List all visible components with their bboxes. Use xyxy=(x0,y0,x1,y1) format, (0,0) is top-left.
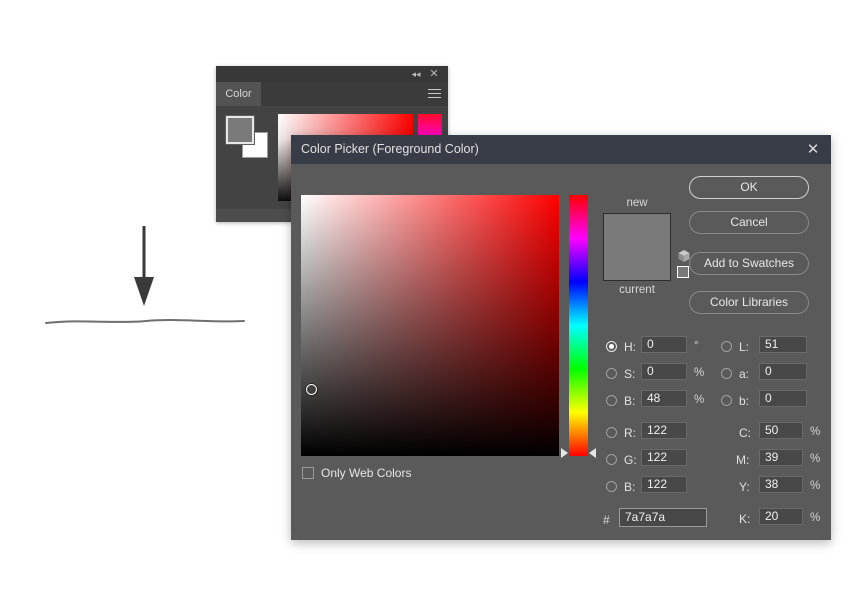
input-lab-a[interactable]: 0 xyxy=(759,363,807,380)
hue-slider-handle-right[interactable] xyxy=(589,448,596,458)
unit-black: % xyxy=(810,512,821,524)
dialog-title: Color Picker (Foreground Color) xyxy=(301,142,479,156)
input-magenta[interactable]: 39 xyxy=(759,449,803,466)
color-picker-dialog: Color Picker (Foreground Color) ✕ new cu… xyxy=(291,135,831,540)
color-libraries-button[interactable]: Color Libraries xyxy=(689,291,809,314)
radio-lab-l[interactable] xyxy=(721,341,732,352)
label-lab-l: L: xyxy=(739,340,750,354)
panel-menu-icon[interactable] xyxy=(428,89,441,99)
hue-slider-handle-left[interactable] xyxy=(561,448,568,458)
non-web-safe-square-icon[interactable] xyxy=(677,266,689,278)
tab-color[interactable]: Color xyxy=(216,82,261,106)
color-panel-tabstrip: Color xyxy=(216,82,448,106)
foreground-background-swatches[interactable] xyxy=(225,115,270,160)
hex-input[interactable]: 7a7a7a xyxy=(619,508,707,527)
unit-cyan: % xyxy=(810,426,821,438)
only-web-colors-checkbox[interactable] xyxy=(302,467,314,479)
label-magenta: M: xyxy=(736,453,750,467)
saturation-brightness-field[interactable] xyxy=(301,195,559,456)
unit-magenta: % xyxy=(810,453,821,465)
dialog-titlebar[interactable]: Color Picker (Foreground Color) ✕ xyxy=(291,135,831,164)
label-green: G: xyxy=(624,453,637,467)
pencil-stroke-annotation xyxy=(45,319,245,324)
radio-red[interactable] xyxy=(606,427,617,438)
label-black: K: xyxy=(739,512,751,526)
input-saturation[interactable]: 0 xyxy=(641,363,687,380)
radio-hue[interactable] xyxy=(606,341,617,352)
unit-brightness: % xyxy=(694,394,705,406)
foreground-color-swatch[interactable] xyxy=(225,115,255,145)
ok-button[interactable]: OK xyxy=(689,176,809,199)
down-arrow-annotation xyxy=(134,226,154,306)
color-field-marker xyxy=(306,384,317,395)
hue-slider[interactable] xyxy=(569,195,588,456)
radio-green[interactable] xyxy=(606,454,617,465)
new-color-label: new xyxy=(626,197,648,209)
label-cyan: C: xyxy=(739,426,751,440)
label-brightness: B: xyxy=(624,394,636,408)
double-chevron-left-icon[interactable]: ◂◂ xyxy=(410,68,422,80)
input-red[interactable]: 122 xyxy=(641,422,687,439)
label-saturation: S: xyxy=(624,367,636,381)
close-icon[interactable]: ✕ xyxy=(804,141,822,159)
close-icon[interactable]: ✕ xyxy=(428,68,440,80)
input-blue[interactable]: 122 xyxy=(641,476,687,493)
label-lab-b: b: xyxy=(739,394,750,408)
color-preview-swatch[interactable] xyxy=(603,213,671,281)
input-cyan[interactable]: 50 xyxy=(759,422,803,439)
input-lab-l[interactable]: 51 xyxy=(759,336,807,353)
input-yellow[interactable]: 38 xyxy=(759,476,803,493)
color-panel-titlebar: ◂◂ ✕ xyxy=(216,66,448,82)
input-brightness[interactable]: 48 xyxy=(641,390,687,407)
new-color-swatch[interactable] xyxy=(604,214,670,280)
hex-label: # xyxy=(603,513,610,527)
radio-lab-b[interactable] xyxy=(721,395,732,406)
unit-hue: ° xyxy=(694,340,699,352)
label-hue: H: xyxy=(624,340,636,354)
input-hue[interactable]: 0 xyxy=(641,336,687,353)
only-web-colors-label: Only Web Colors xyxy=(321,466,412,480)
unit-yellow: % xyxy=(810,480,821,492)
current-color-label: current xyxy=(619,284,655,296)
unit-saturation: % xyxy=(694,367,705,379)
cancel-button[interactable]: Cancel xyxy=(689,211,809,234)
add-to-swatches-button[interactable]: Add to Swatches xyxy=(689,252,809,275)
radio-lab-a[interactable] xyxy=(721,368,732,379)
input-black[interactable]: 20 xyxy=(759,508,803,525)
input-green[interactable]: 122 xyxy=(641,449,687,466)
radio-brightness[interactable] xyxy=(606,395,617,406)
input-lab-b[interactable]: 0 xyxy=(759,390,807,407)
label-yellow: Y: xyxy=(739,480,750,494)
radio-blue[interactable] xyxy=(606,481,617,492)
label-blue: B: xyxy=(624,480,636,494)
label-lab-a: a: xyxy=(739,367,750,381)
label-red: R: xyxy=(624,426,636,440)
screen-canvas: ◂◂ ✕ Color Color Picker (Foreground Colo… xyxy=(0,0,850,596)
radio-saturation[interactable] xyxy=(606,368,617,379)
